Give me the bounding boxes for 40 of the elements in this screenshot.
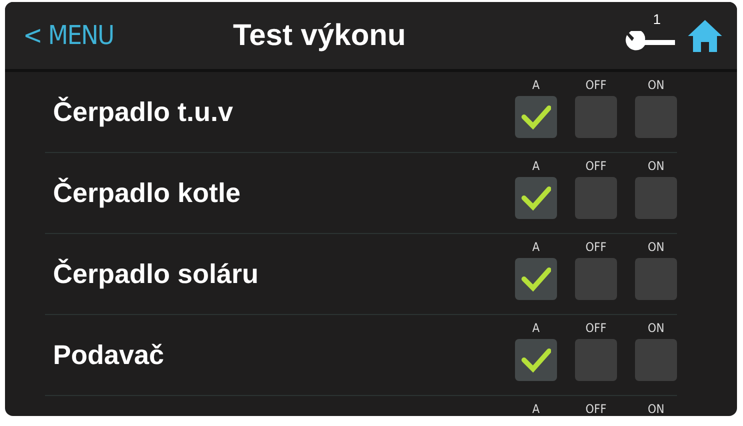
option-label: A xyxy=(532,240,540,254)
option-label: A xyxy=(532,402,540,416)
option-label: ON xyxy=(648,321,664,335)
option-checkbox[interactable] xyxy=(635,339,677,381)
option-label: OFF xyxy=(586,321,606,335)
option-checkbox[interactable] xyxy=(515,339,557,381)
output-label: Čerpadlo t.u.v xyxy=(52,96,234,128)
option-label: ON xyxy=(648,402,664,416)
option-checkbox[interactable] xyxy=(635,177,677,219)
menu-back-link[interactable]: < MENU xyxy=(23,20,233,50)
option-label: A xyxy=(532,78,540,92)
option-checkbox[interactable] xyxy=(575,258,617,300)
output-label: Čerpadlo kotle xyxy=(52,178,242,208)
check-icon xyxy=(521,104,551,130)
option-checkbox[interactable] xyxy=(515,177,557,219)
screen-title: Test výkonu xyxy=(233,18,407,52)
output-label: Čerpadlo soláru xyxy=(52,258,260,290)
option-label: OFF xyxy=(586,78,606,92)
option-checkbox[interactable] xyxy=(575,177,617,219)
option-label: A xyxy=(532,321,540,335)
home-icon[interactable] xyxy=(687,18,723,52)
check-icon xyxy=(521,185,551,211)
check-icon xyxy=(521,347,551,373)
option-label: ON xyxy=(648,240,664,254)
check-icon xyxy=(521,266,551,292)
option-checkbox[interactable] xyxy=(575,96,617,138)
option-label: ON xyxy=(648,159,664,173)
option-checkbox[interactable] xyxy=(635,96,677,138)
option-label: ON xyxy=(648,78,664,92)
option-checkbox[interactable] xyxy=(635,258,677,300)
option-checkbox[interactable] xyxy=(515,96,557,138)
option-checkbox[interactable] xyxy=(515,258,557,300)
option-label: A xyxy=(532,159,540,173)
option-checkbox[interactable] xyxy=(575,339,617,381)
wrench-icon[interactable] xyxy=(625,30,677,52)
option-label: OFF xyxy=(586,159,606,173)
service-count: 1 xyxy=(653,10,661,26)
output-label: Podavač xyxy=(52,340,166,370)
option-label: OFF xyxy=(586,402,606,416)
option-label: OFF xyxy=(586,240,606,254)
